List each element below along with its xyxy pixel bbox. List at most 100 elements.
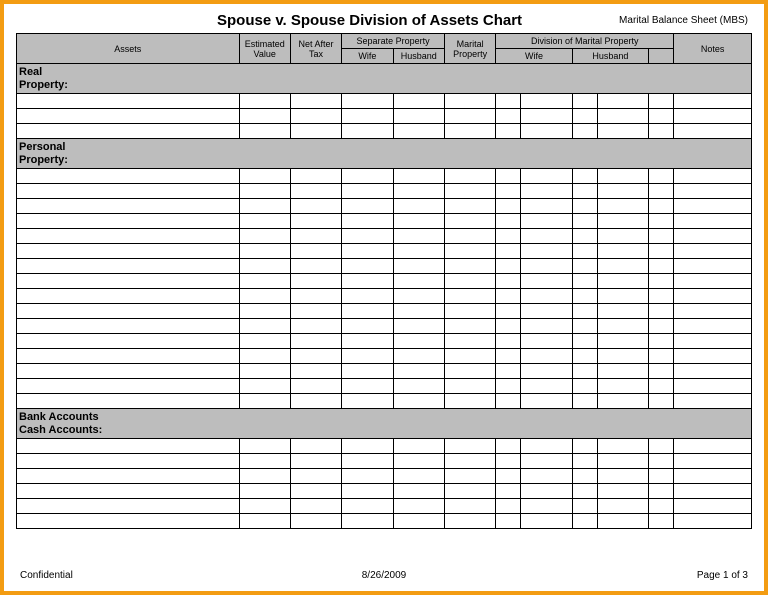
cell[interactable] bbox=[17, 289, 240, 304]
cell[interactable] bbox=[521, 469, 572, 484]
cell[interactable] bbox=[572, 484, 597, 499]
cell[interactable] bbox=[17, 184, 240, 199]
cell[interactable] bbox=[674, 439, 752, 454]
cell[interactable] bbox=[17, 109, 240, 124]
cell[interactable] bbox=[572, 199, 597, 214]
cell[interactable] bbox=[649, 169, 674, 184]
cell[interactable] bbox=[239, 364, 290, 379]
cell[interactable] bbox=[496, 514, 521, 529]
cell[interactable] bbox=[649, 184, 674, 199]
cell[interactable] bbox=[521, 454, 572, 469]
cell[interactable] bbox=[239, 484, 290, 499]
cell[interactable] bbox=[393, 379, 444, 394]
cell[interactable] bbox=[521, 259, 572, 274]
cell[interactable] bbox=[342, 184, 393, 199]
cell[interactable] bbox=[674, 304, 752, 319]
cell[interactable] bbox=[239, 454, 290, 469]
cell[interactable] bbox=[290, 244, 341, 259]
cell[interactable] bbox=[572, 109, 597, 124]
cell[interactable] bbox=[674, 184, 752, 199]
cell[interactable] bbox=[444, 334, 495, 349]
cell[interactable] bbox=[674, 364, 752, 379]
cell[interactable] bbox=[342, 199, 393, 214]
cell[interactable] bbox=[444, 304, 495, 319]
cell[interactable] bbox=[290, 199, 341, 214]
cell[interactable] bbox=[649, 259, 674, 274]
cell[interactable] bbox=[649, 349, 674, 364]
cell[interactable] bbox=[597, 379, 648, 394]
cell[interactable] bbox=[393, 94, 444, 109]
cell[interactable] bbox=[444, 259, 495, 274]
cell[interactable] bbox=[521, 349, 572, 364]
cell[interactable] bbox=[239, 169, 290, 184]
cell[interactable] bbox=[393, 319, 444, 334]
cell[interactable] bbox=[342, 214, 393, 229]
cell[interactable] bbox=[496, 274, 521, 289]
cell[interactable] bbox=[597, 109, 648, 124]
cell[interactable] bbox=[572, 214, 597, 229]
cell[interactable] bbox=[290, 214, 341, 229]
cell[interactable] bbox=[290, 184, 341, 199]
cell[interactable] bbox=[393, 499, 444, 514]
cell[interactable] bbox=[572, 514, 597, 529]
cell[interactable] bbox=[597, 364, 648, 379]
cell[interactable] bbox=[649, 214, 674, 229]
cell[interactable] bbox=[17, 259, 240, 274]
cell[interactable] bbox=[572, 469, 597, 484]
cell[interactable] bbox=[342, 169, 393, 184]
cell[interactable] bbox=[496, 94, 521, 109]
cell[interactable] bbox=[674, 169, 752, 184]
cell[interactable] bbox=[393, 259, 444, 274]
cell[interactable] bbox=[521, 319, 572, 334]
cell[interactable] bbox=[17, 499, 240, 514]
cell[interactable] bbox=[342, 364, 393, 379]
cell[interactable] bbox=[674, 199, 752, 214]
cell[interactable] bbox=[290, 394, 341, 409]
cell[interactable] bbox=[521, 499, 572, 514]
cell[interactable] bbox=[444, 439, 495, 454]
cell[interactable] bbox=[674, 259, 752, 274]
cell[interactable] bbox=[17, 244, 240, 259]
cell[interactable] bbox=[597, 229, 648, 244]
cell[interactable] bbox=[342, 484, 393, 499]
cell[interactable] bbox=[521, 169, 572, 184]
cell[interactable] bbox=[342, 304, 393, 319]
cell[interactable] bbox=[572, 319, 597, 334]
cell[interactable] bbox=[597, 454, 648, 469]
cell[interactable] bbox=[290, 304, 341, 319]
cell[interactable] bbox=[597, 439, 648, 454]
cell[interactable] bbox=[17, 199, 240, 214]
cell[interactable] bbox=[649, 439, 674, 454]
cell[interactable] bbox=[393, 304, 444, 319]
cell[interactable] bbox=[17, 229, 240, 244]
cell[interactable] bbox=[393, 454, 444, 469]
cell[interactable] bbox=[649, 499, 674, 514]
cell[interactable] bbox=[597, 349, 648, 364]
cell[interactable] bbox=[649, 454, 674, 469]
cell[interactable] bbox=[572, 259, 597, 274]
cell[interactable] bbox=[496, 364, 521, 379]
cell[interactable] bbox=[496, 439, 521, 454]
cell[interactable] bbox=[597, 169, 648, 184]
cell[interactable] bbox=[393, 394, 444, 409]
cell[interactable] bbox=[674, 289, 752, 304]
cell[interactable] bbox=[393, 169, 444, 184]
cell[interactable] bbox=[444, 499, 495, 514]
cell[interactable] bbox=[342, 274, 393, 289]
cell[interactable] bbox=[393, 289, 444, 304]
cell[interactable] bbox=[342, 124, 393, 139]
cell[interactable] bbox=[17, 334, 240, 349]
cell[interactable] bbox=[674, 229, 752, 244]
cell[interactable] bbox=[342, 439, 393, 454]
cell[interactable] bbox=[572, 454, 597, 469]
cell[interactable] bbox=[393, 124, 444, 139]
cell[interactable] bbox=[521, 364, 572, 379]
cell[interactable] bbox=[444, 289, 495, 304]
cell[interactable] bbox=[521, 304, 572, 319]
cell[interactable] bbox=[674, 319, 752, 334]
cell[interactable] bbox=[17, 169, 240, 184]
cell[interactable] bbox=[17, 319, 240, 334]
cell[interactable] bbox=[649, 124, 674, 139]
cell[interactable] bbox=[444, 349, 495, 364]
cell[interactable] bbox=[649, 484, 674, 499]
